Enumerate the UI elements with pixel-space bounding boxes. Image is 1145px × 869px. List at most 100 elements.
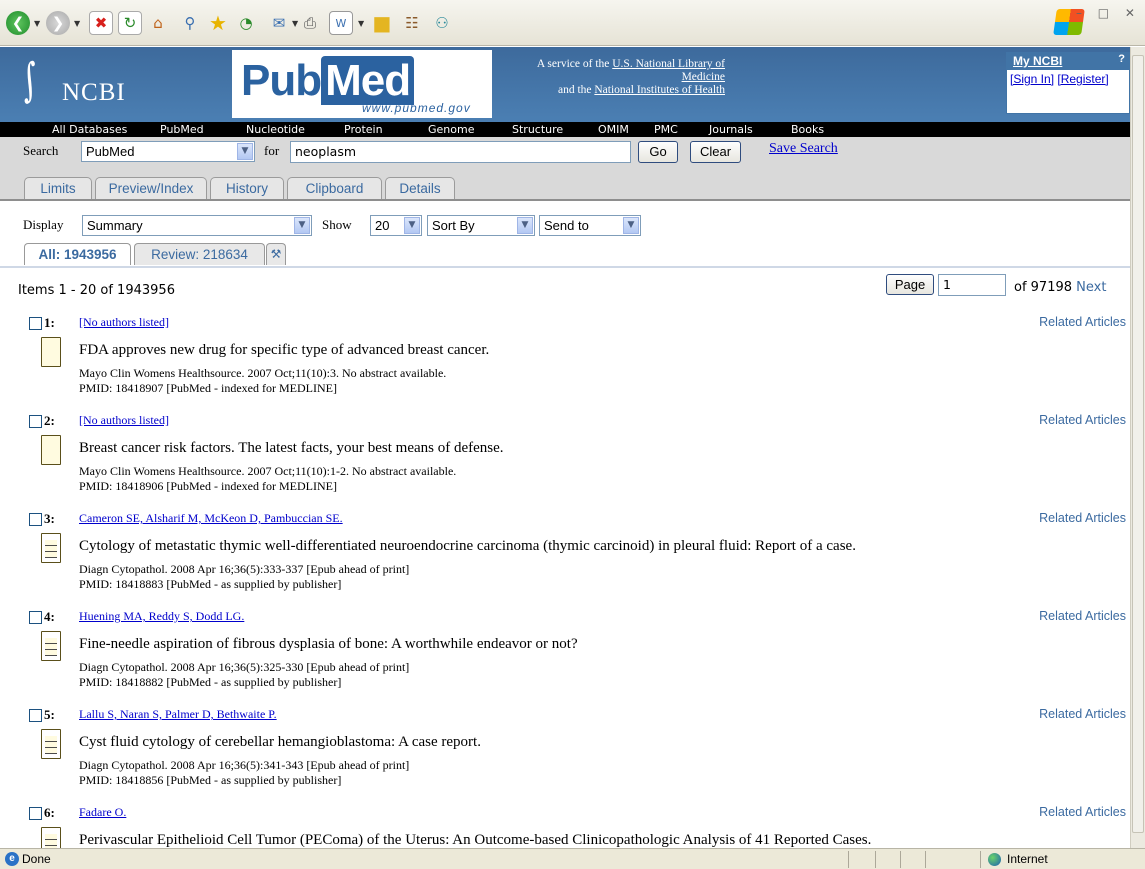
tab-details[interactable]: Details — [385, 177, 455, 199]
tab-preview-index[interactable]: Preview/Index — [95, 177, 207, 199]
stop-icon[interactable]: ✖ — [89, 11, 113, 35]
result-authors-link[interactable]: [No authors listed] — [79, 315, 169, 330]
result-authors-link[interactable]: Fadare O. — [79, 805, 126, 820]
abstract-document-icon[interactable] — [41, 631, 61, 661]
search-input[interactable]: neoplasm — [290, 141, 631, 163]
register-link[interactable]: [Register] — [1057, 72, 1108, 86]
clear-button[interactable]: Clear — [690, 141, 741, 163]
database-select[interactable]: PubMed ▼ — [81, 141, 255, 162]
abstract-document-icon[interactable] — [41, 533, 61, 563]
back-icon[interactable]: ❮ — [6, 11, 30, 35]
favorites-star-icon[interactable]: ★ — [206, 11, 230, 35]
result-authors-link[interactable]: Lallu S, Naran S, Palmer D, Bethwaite P. — [79, 707, 277, 722]
back-dropdown-icon[interactable]: ▼ — [34, 19, 40, 28]
show-count-select[interactable]: 20 ▼ — [370, 215, 422, 236]
my-ncbi-box: My NCBI? [Sign In] [Register] — [1006, 52, 1130, 114]
tab-clipboard[interactable]: Clipboard — [287, 177, 382, 199]
related-articles-link[interactable]: Related Articles — [1039, 315, 1126, 329]
ncbi-logo-text: NCBI — [62, 79, 126, 106]
sign-in-link[interactable]: [Sign In] — [1010, 72, 1054, 86]
result-checkbox[interactable] — [29, 317, 42, 330]
related-articles-link[interactable]: Related Articles — [1039, 511, 1126, 525]
mail-icon[interactable]: ✉ — [267, 11, 291, 35]
result-authors-link[interactable]: [No authors listed] — [79, 413, 169, 428]
nav-pmc[interactable]: PMC — [654, 122, 678, 137]
next-link[interactable]: Next — [1076, 280, 1106, 295]
result-checkbox[interactable] — [29, 611, 42, 624]
search-bar: Search PubMed ▼ for neoplasm Go Clear Sa… — [0, 137, 1130, 199]
nav-pubmed[interactable]: PubMed — [160, 122, 204, 137]
pubmed-logo[interactable]: PubMed www.pubmed.gov — [232, 50, 492, 118]
home-icon[interactable]: ⌂ — [146, 11, 170, 35]
related-articles-link[interactable]: Related Articles — [1039, 805, 1126, 819]
nlm-link[interactable]: U.S. National Library of Medicine — [612, 58, 725, 83]
result-pmid: PMID: 18418856 [PubMed - as supplied by … — [79, 773, 342, 787]
ncbi-logo[interactable]: ∫ NCBI — [18, 53, 168, 115]
chevron-down-icon: ▼ — [294, 217, 310, 234]
result-item: 2: [No authors listed] Related Articles … — [0, 413, 1130, 511]
nav-all-databases[interactable]: All Databases — [52, 122, 127, 137]
nav-books[interactable]: Books — [791, 122, 824, 137]
result-item: 4: Huening MA, Reddy S, Dodd LG. Related… — [0, 609, 1130, 707]
nav-structure[interactable]: Structure — [512, 122, 563, 137]
send-to-select[interactable]: Send to ▼ — [539, 215, 641, 236]
result-checkbox[interactable] — [29, 415, 42, 428]
help-icon[interactable]: ? — [1118, 53, 1125, 65]
save-search-link[interactable]: Save Search — [769, 141, 838, 157]
service-prefix-2: and the — [557, 84, 595, 96]
window-controls[interactable]: – □ ✕ — [1076, 6, 1141, 20]
related-articles-link[interactable]: Related Articles — [1039, 707, 1126, 721]
go-button[interactable]: Go — [638, 141, 678, 163]
result-title: Cytology of metastatic thymic well-diffe… — [79, 538, 856, 554]
messenger-icon[interactable]: ⚇ — [430, 11, 454, 35]
result-authors-link[interactable]: Huening MA, Reddy S, Dodd LG. — [79, 609, 244, 624]
nav-nucleotide[interactable]: Nucleotide — [246, 122, 305, 137]
browser-toolbar: ❮ ▼ ❯ ▼ ✖ ↻ ⌂ ⚲ ★ ◔ ✉ ▼ ⎙ W ▼ ■ ☷ ⚇ – □ … — [0, 0, 1145, 46]
show-count-value: 20 — [375, 218, 390, 233]
nih-link[interactable]: National Institutes of Health — [594, 84, 725, 96]
result-title: Perivascular Epithelioid Cell Tumor (PEC… — [79, 832, 872, 848]
result-pmid: PMID: 18418906 [PubMed - indexed for MED… — [79, 479, 337, 493]
result-checkbox[interactable] — [29, 709, 42, 722]
my-ncbi-link[interactable]: My NCBI — [1013, 54, 1062, 68]
tab-limits[interactable]: Limits — [24, 177, 92, 199]
related-articles-link[interactable]: Related Articles — [1039, 609, 1126, 623]
tab-review-results[interactable]: Review: 218634 — [134, 243, 265, 265]
abstract-document-icon[interactable] — [41, 729, 61, 759]
nav-journals[interactable]: Journals — [709, 122, 753, 137]
result-title: FDA approves new drug for specific type … — [79, 342, 490, 358]
edit-dropdown-icon[interactable]: ▼ — [358, 19, 364, 28]
abstract-document-icon[interactable] — [41, 827, 61, 848]
nav-protein[interactable]: Protein — [344, 122, 383, 137]
nav-genome[interactable]: Genome — [428, 122, 474, 137]
result-pmid: PMID: 18418907 [PubMed - indexed for MED… — [79, 381, 337, 395]
nav-omim[interactable]: OMIM — [598, 122, 629, 137]
result-checkbox[interactable] — [29, 807, 42, 820]
display-format-select[interactable]: Summary ▼ — [82, 215, 312, 236]
folder-icon[interactable]: ■ — [370, 11, 394, 35]
forward-dropdown-icon[interactable]: ▼ — [74, 19, 80, 28]
tab-history[interactable]: History — [210, 177, 284, 199]
vertical-scrollbar[interactable] — [1130, 47, 1145, 848]
sort-by-select[interactable]: Sort By ▼ — [427, 215, 535, 236]
no-abstract-document-icon[interactable] — [41, 337, 61, 367]
scrollbar-thumb[interactable] — [1132, 55, 1144, 833]
search-icon[interactable]: ⚲ — [178, 11, 202, 35]
edit-icon[interactable]: W — [329, 11, 353, 35]
print-icon[interactable]: ⎙ — [298, 11, 322, 35]
result-item: 5: Lallu S, Naran S, Palmer D, Bethwaite… — [0, 707, 1130, 805]
related-articles-link[interactable]: Related Articles — [1039, 413, 1126, 427]
page-input[interactable]: 1 — [938, 274, 1006, 296]
result-checkbox[interactable] — [29, 513, 42, 526]
result-authors-link[interactable]: Cameron SE, Alsharif M, McKeon D, Pambuc… — [79, 511, 343, 526]
tab-all-results[interactable]: All: 1943956 — [24, 243, 131, 265]
research-icon[interactable]: ☷ — [400, 11, 424, 35]
forward-icon[interactable]: ❯ — [46, 11, 70, 35]
no-abstract-document-icon[interactable] — [41, 435, 61, 465]
history-icon[interactable]: ◔ — [234, 11, 258, 35]
customize-tabs-icon[interactable]: ⚒ — [266, 243, 286, 265]
status-divider — [875, 851, 876, 868]
refresh-icon[interactable]: ↻ — [118, 11, 142, 35]
page-button[interactable]: Page — [886, 274, 934, 295]
result-item: 1: [No authors listed] Related Articles … — [0, 315, 1130, 413]
